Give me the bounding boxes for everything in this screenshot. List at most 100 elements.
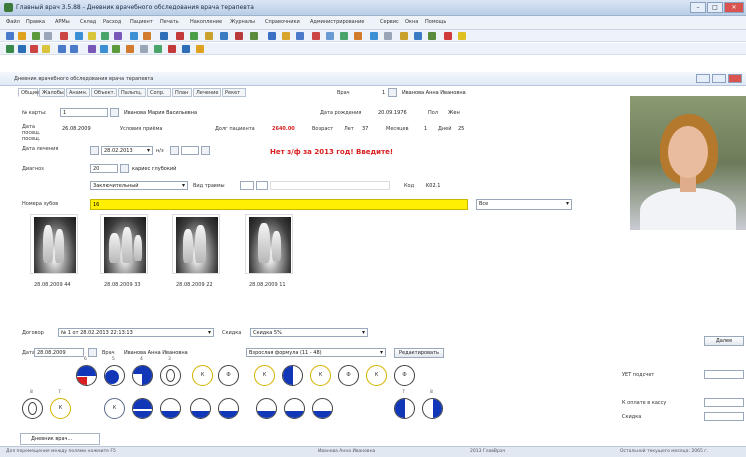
settings-icon[interactable] (326, 32, 334, 40)
injury-text-field[interactable] (270, 181, 390, 190)
cash-icon[interactable] (176, 32, 184, 40)
tooth[interactable]: К (310, 365, 331, 386)
prev-icon[interactable] (58, 45, 66, 53)
tab-general[interactable]: Общие (18, 88, 39, 97)
status-select[interactable]: Заключительный (90, 181, 188, 190)
filter-icon[interactable] (384, 32, 392, 40)
tooth-icon[interactable] (205, 32, 213, 40)
to-pay-field[interactable] (704, 398, 744, 407)
card-lookup-button[interactable] (110, 108, 119, 117)
tooth[interactable] (132, 365, 153, 386)
open-icon[interactable] (18, 32, 26, 40)
grid-icon[interactable] (414, 32, 422, 40)
sub-maximize-button[interactable] (712, 74, 726, 83)
tooth[interactable]: К (192, 365, 213, 386)
report-icon[interactable] (114, 32, 122, 40)
table-icon[interactable] (268, 32, 276, 40)
image-icon[interactable] (100, 45, 108, 53)
alert-icon[interactable] (235, 32, 243, 40)
date-picker-button[interactable] (88, 348, 97, 357)
window-tab[interactable]: Дневник врач... (20, 433, 100, 445)
sub-minimize-button[interactable] (696, 74, 710, 83)
card-icon[interactable] (18, 45, 26, 53)
tooth[interactable] (132, 398, 153, 419)
menu-file[interactable]: Файл (6, 19, 20, 25)
tab-anamnesis[interactable]: Анамн. (66, 88, 90, 97)
tab-plan[interactable]: План (172, 88, 192, 97)
menu-windows[interactable]: Окна (405, 19, 418, 25)
menu-help[interactable]: Помощь (425, 19, 446, 25)
menu-service[interactable]: Сервис (380, 19, 399, 25)
tooth[interactable] (256, 398, 277, 419)
tooth[interactable] (312, 398, 333, 419)
xray-image[interactable] (100, 214, 148, 274)
menu-accumulation[interactable]: Накопление (190, 19, 222, 25)
xray-image[interactable] (172, 214, 220, 274)
export-icon[interactable] (340, 32, 348, 40)
treat-date-field[interactable]: 28.02.2013 (101, 146, 153, 155)
menu-patient[interactable]: Пациент (130, 19, 153, 25)
lock-icon[interactable] (182, 45, 190, 53)
diagnosis-lookup-button[interactable] (120, 164, 129, 173)
print-icon[interactable] (44, 32, 52, 40)
tooth[interactable]: Ф (338, 365, 359, 386)
tab-palpation[interactable]: Пальпц. (118, 88, 146, 97)
exit-icon[interactable] (444, 32, 452, 40)
stock-icon[interactable] (190, 32, 198, 40)
date-field[interactable]: 28.08.2009 (34, 348, 84, 357)
visit-number-dropdown[interactable] (201, 146, 210, 155)
tooth[interactable] (218, 398, 239, 419)
search-icon[interactable] (130, 32, 138, 40)
tooth[interactable] (22, 398, 43, 419)
tooth[interactable] (284, 398, 305, 419)
discount2-field[interactable] (704, 412, 744, 421)
font-icon[interactable] (400, 32, 408, 40)
tooth[interactable]: К (254, 365, 275, 386)
save-icon[interactable] (6, 32, 14, 40)
menu-arm[interactable]: АРМы (55, 19, 70, 25)
window-icon[interactable] (296, 32, 304, 40)
star-icon[interactable] (42, 45, 50, 53)
calendar-icon[interactable] (101, 32, 109, 40)
tools-icon[interactable] (88, 45, 96, 53)
note-icon[interactable] (282, 32, 290, 40)
tooth[interactable] (394, 398, 415, 419)
teeth-numbers-input[interactable]: 16 (90, 199, 468, 210)
minus-icon[interactable] (140, 45, 148, 53)
new-record-icon[interactable] (6, 45, 14, 53)
menu-print[interactable]: Печать (160, 19, 179, 25)
card-number-field[interactable]: 1 (60, 108, 108, 117)
tooth[interactable] (422, 398, 443, 419)
menu-edit[interactable]: Правка (26, 19, 45, 25)
tooth[interactable]: Ф (218, 365, 239, 386)
tab-accompany[interactable]: Сопр. (147, 88, 171, 97)
users-icon[interactable] (160, 32, 168, 40)
xray-image[interactable] (245, 214, 293, 274)
injury-lookup-field[interactable] (256, 181, 268, 190)
menu-stock[interactable]: Склад (80, 19, 96, 25)
chart-icon[interactable] (143, 32, 151, 40)
doctor-lookup-button[interactable] (388, 88, 397, 97)
calc-icon[interactable] (428, 32, 436, 40)
uet-field[interactable] (704, 370, 744, 379)
tooth[interactable]: Ф (394, 365, 415, 386)
tooth[interactable] (160, 365, 181, 386)
info-icon[interactable] (458, 32, 466, 40)
visit-number-field[interactable] (181, 146, 199, 155)
check-icon[interactable] (154, 45, 162, 53)
tooth[interactable] (190, 398, 211, 419)
menu-admin[interactable]: Администрирование (310, 19, 364, 25)
minimize-button[interactable]: – (690, 2, 706, 13)
edit-icon[interactable] (32, 32, 40, 40)
patient-icon[interactable] (75, 32, 83, 40)
edit-formula-button[interactable]: Редактировать (394, 348, 444, 358)
tooth[interactable] (282, 365, 303, 386)
menu-expense[interactable]: Расход (103, 19, 121, 25)
tooth[interactable] (76, 365, 97, 386)
warning-icon[interactable] (196, 45, 204, 53)
import-icon[interactable] (354, 32, 362, 40)
discount-select[interactable]: Скидка 5% (250, 328, 368, 337)
tab-objective[interactable]: Объект. (91, 88, 117, 97)
visit-number-button[interactable] (170, 146, 179, 155)
teeth-scope-select[interactable]: Все (476, 199, 572, 210)
